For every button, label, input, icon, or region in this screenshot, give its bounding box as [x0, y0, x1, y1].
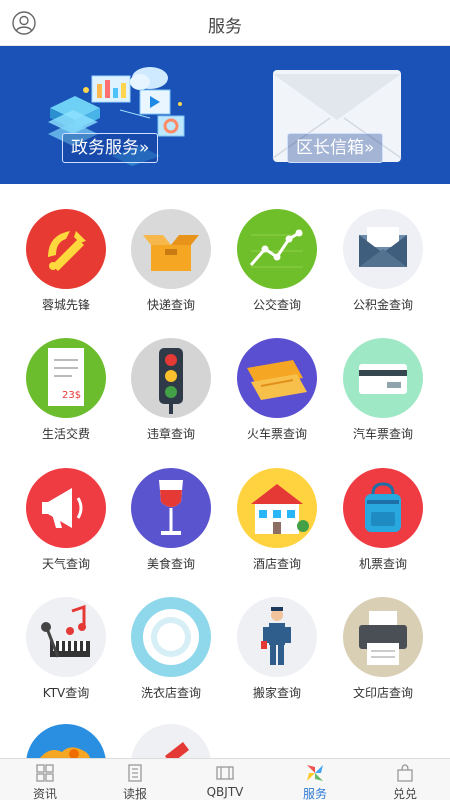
- newspaper-icon: [128, 764, 142, 782]
- pinwheel-icon: [307, 765, 323, 781]
- service-label: 天气查询: [41, 557, 90, 571]
- gov-service-button[interactable]: 政务服务»: [62, 133, 159, 163]
- receipt-icon: 23$: [26, 338, 106, 418]
- service-label: 汽车票查询: [352, 427, 413, 441]
- tab-label: 兑兑: [392, 787, 417, 800]
- mover-worker-icon: [237, 597, 317, 677]
- tab-label: 资讯: [32, 787, 57, 800]
- banner-illustration: [48, 67, 402, 166]
- traffic-light-icon: [131, 338, 211, 418]
- receipt-amount: 23$: [62, 390, 81, 401]
- megaphone-icon: [26, 468, 106, 548]
- grid-icon: [36, 764, 54, 782]
- service-label: 文印店查询: [352, 686, 413, 700]
- bus-ticket-card-icon: [343, 338, 423, 418]
- service-label: KTV查询: [42, 686, 90, 700]
- promo-banner: 政务服务» 区长信箱»: [0, 46, 450, 184]
- bottom-tab-bar: 资讯 读报 QBJTV 服务 兑兑: [0, 758, 450, 800]
- service-label: 机票查询: [358, 557, 407, 571]
- wine-glass-icon: [131, 468, 211, 548]
- service-label: 美食查询: [146, 557, 195, 571]
- microphone-piano-icon: [26, 597, 106, 677]
- service-label: 公积金查询: [352, 298, 413, 312]
- service-label: 公交查询: [252, 298, 301, 312]
- service-label: 生活交费: [41, 427, 90, 441]
- tab-label: 服务: [302, 787, 327, 800]
- hotel-building-icon: [237, 468, 317, 548]
- film-icon: [216, 766, 234, 780]
- tab-read-paper[interactable]: 读报: [90, 759, 180, 800]
- service-label: 违章查询: [146, 427, 195, 441]
- service-label: 蓉城先锋: [41, 298, 90, 312]
- package-box-icon: [131, 209, 211, 289]
- train-ticket-icon: [237, 338, 317, 418]
- party-emblem-icon: [26, 209, 106, 289]
- tab-qbjtv[interactable]: QBJTV: [180, 759, 270, 800]
- tab-label: QBJTV: [206, 785, 244, 799]
- printer-icon: [343, 597, 423, 677]
- service-label: 火车票查询: [246, 427, 307, 441]
- service-label: 搬家查询: [252, 686, 301, 700]
- service-label: 洗衣店查询: [140, 686, 201, 700]
- district-mailbox-button[interactable]: 区长信箱»: [287, 133, 384, 163]
- service-label: 快递查询: [146, 298, 195, 312]
- top-bar: 服务: [0, 0, 450, 46]
- tab-news[interactable]: 资讯: [0, 759, 90, 800]
- bag-icon: [397, 764, 413, 782]
- page-title: 服务: [208, 17, 242, 37]
- washing-machine-icon: [131, 597, 211, 677]
- backpack-icon: [343, 468, 423, 548]
- tab-services[interactable]: 服务: [270, 759, 360, 800]
- route-chart-icon: [237, 209, 317, 289]
- tab-exchange[interactable]: 兑兑: [360, 759, 450, 800]
- tab-label: 读报: [122, 787, 147, 800]
- service-label: 酒店查询: [252, 557, 301, 571]
- envelope-icon: [343, 209, 423, 289]
